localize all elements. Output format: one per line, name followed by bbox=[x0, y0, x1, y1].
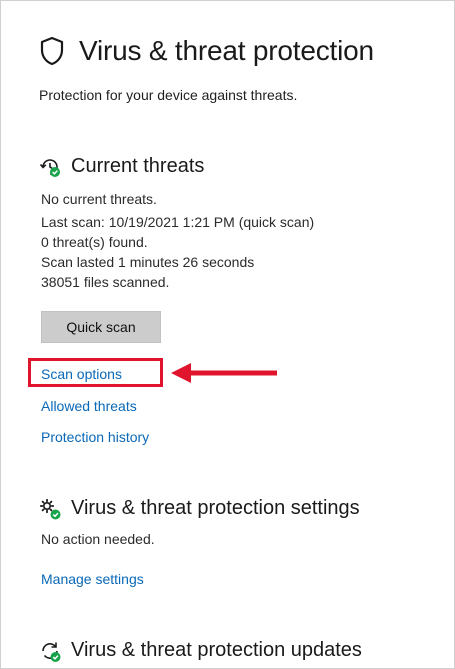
settings-status: No action needed. bbox=[41, 531, 155, 547]
settings-gears-icon bbox=[39, 498, 61, 519]
update-refresh-icon bbox=[42, 642, 61, 662]
scan-options-highlight-box bbox=[28, 358, 163, 387]
protection-updates-title: Virus & threat protection updates bbox=[71, 639, 362, 661]
quick-scan-button[interactable]: Quick scan bbox=[41, 311, 161, 343]
allowed-threats-link[interactable]: Allowed threats bbox=[41, 398, 137, 414]
scan-duration-text: Scan lasted 1 minutes 26 seconds bbox=[41, 254, 255, 270]
page-title: Virus & threat protection bbox=[79, 35, 374, 66]
current-threats-title: Current threats bbox=[71, 155, 205, 177]
window-frame: Virus & threat protection Protection for… bbox=[0, 0, 455, 669]
page-header: Virus & threat protection bbox=[39, 35, 374, 67]
red-arrow-icon bbox=[171, 363, 277, 383]
protection-settings-title: Virus & threat protection settings bbox=[71, 497, 360, 519]
page-subtitle: Protection for your device against threa… bbox=[39, 87, 298, 103]
last-scan-text: Last scan: 10/19/2021 1:21 PM (quick sca… bbox=[41, 214, 315, 230]
threat-history-icon bbox=[39, 158, 60, 177]
protection-history-link[interactable]: Protection history bbox=[41, 429, 149, 445]
protection-settings-header: Virus & threat protection settings bbox=[39, 497, 360, 520]
threats-found-text: 0 threat(s) found. bbox=[41, 234, 148, 250]
files-scanned-text: 38051 files scanned. bbox=[41, 274, 170, 290]
protection-updates-header: Virus & threat protection updates bbox=[39, 639, 362, 662]
manage-settings-link[interactable]: Manage settings bbox=[41, 571, 144, 587]
current-threats-header: Current threats bbox=[39, 155, 204, 178]
threat-status: No current threats. bbox=[41, 191, 157, 207]
shield-icon bbox=[40, 36, 64, 66]
